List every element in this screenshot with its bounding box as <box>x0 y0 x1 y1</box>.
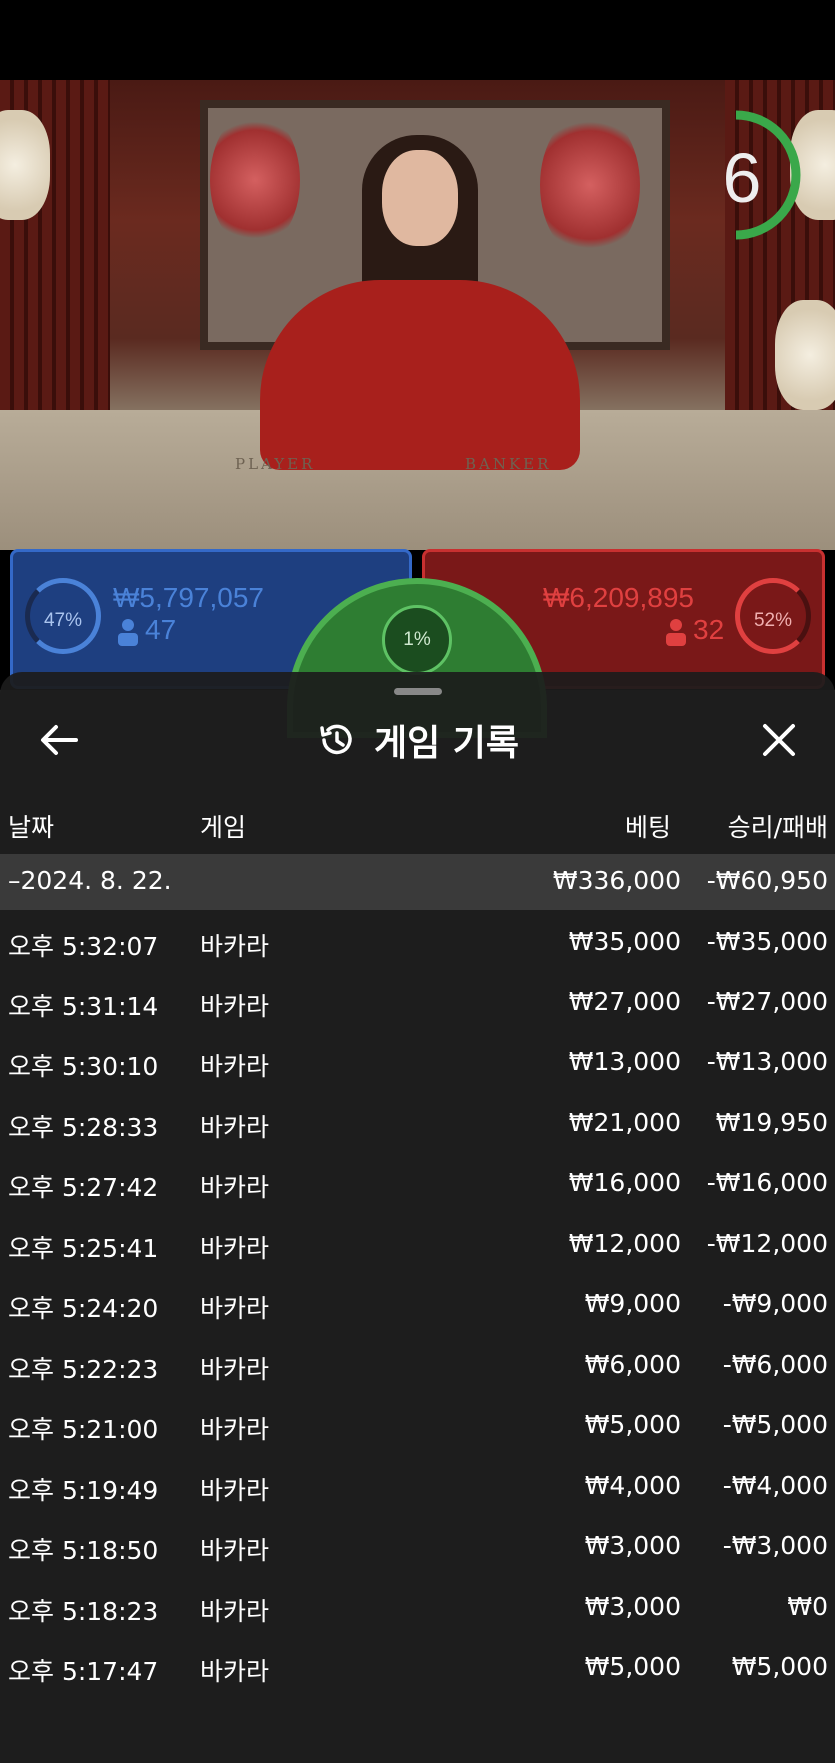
row-time: 오후 5:18:50 <box>8 1536 159 1565</box>
row-game: 바카라 <box>200 1113 270 1142</box>
summary-result: -₩60,950 <box>706 866 828 895</box>
column-header-result: 승리/패배 <box>727 813 828 842</box>
banker-total-amount: ₩6,209,895 <box>543 582 694 613</box>
row-time: 오후 5:28:33 <box>8 1113 159 1142</box>
lantern-decor <box>0 110 50 220</box>
row-result: ₩5,000 <box>731 1652 828 1681</box>
table-row[interactable]: 오후 5:31:14 바카라 ₩27,000 -₩27,000 <box>0 975 835 1031</box>
person-icon <box>666 619 686 646</box>
table-row[interactable]: 오후 5:19:49 바카라 ₩4,000 -₩4,000 <box>0 1459 835 1515</box>
blossom-decor <box>210 110 300 250</box>
summary-date: –2024. 8. 22. <box>8 866 172 895</box>
countdown-timer: 6 <box>722 139 762 217</box>
table-row[interactable]: 오후 5:25:41 바카라 ₩12,000 -₩12,000 <box>0 1217 835 1273</box>
date-summary-row[interactable]: –2024. 8. 22. ₩336,000 -₩60,950 <box>0 854 835 910</box>
lantern-decor <box>775 300 835 410</box>
row-result: ₩19,950 <box>715 1108 828 1137</box>
summary-bet: ₩336,000 <box>552 866 681 895</box>
table-row[interactable]: 오후 5:27:42 바카라 ₩16,000 -₩16,000 <box>0 1156 835 1212</box>
status-bar <box>0 0 835 80</box>
row-bet: ₩3,000 <box>584 1592 681 1621</box>
row-time: 오후 5:17:47 <box>8 1657 159 1686</box>
row-bet: ₩27,000 <box>568 987 681 1016</box>
table-row[interactable]: 오후 5:22:23 바카라 ₩6,000 -₩6,000 <box>0 1338 835 1394</box>
row-game: 바카라 <box>200 992 270 1021</box>
row-result: -₩16,000 <box>706 1168 828 1197</box>
column-header-date: 날짜 <box>8 813 55 842</box>
row-game: 바카라 <box>200 1536 270 1565</box>
column-header-bet: 베팅 <box>624 813 671 842</box>
row-bet: ₩9,000 <box>584 1289 681 1318</box>
row-game: 바카라 <box>200 1657 270 1686</box>
row-result: -₩13,000 <box>706 1047 828 1076</box>
row-time: 오후 5:24:20 <box>8 1294 159 1323</box>
row-result: -₩27,000 <box>706 987 828 1016</box>
table-row[interactable]: 오후 5:30:10 바카라 ₩13,000 -₩13,000 <box>0 1035 835 1091</box>
row-bet: ₩5,000 <box>584 1410 681 1439</box>
table-label-banker: BANKER <box>465 455 552 473</box>
row-time: 오후 5:30:10 <box>8 1052 159 1081</box>
row-time: 오후 5:19:49 <box>8 1476 159 1505</box>
close-icon[interactable] <box>756 717 802 763</box>
live-video: PLAYER BANKER <box>0 80 835 550</box>
row-result: -₩5,000 <box>722 1410 828 1439</box>
blossom-decor <box>540 110 640 260</box>
row-result: -₩6,000 <box>722 1350 828 1379</box>
row-time: 오후 5:21:00 <box>8 1415 159 1444</box>
row-result: -₩35,000 <box>706 927 828 956</box>
sheet-header: 게임 기록 <box>0 712 835 768</box>
banker-percent: 52% <box>735 578 811 654</box>
row-time: 오후 5:27:42 <box>8 1173 159 1202</box>
table-row[interactable]: 오후 5:32:07 바카라 ₩35,000 -₩35,000 <box>0 915 835 971</box>
table-row[interactable]: 오후 5:28:33 바카라 ₩21,000 ₩19,950 <box>0 1096 835 1152</box>
row-bet: ₩16,000 <box>568 1168 681 1197</box>
player-count: 47 <box>145 614 177 645</box>
row-result: -₩9,000 <box>722 1289 828 1318</box>
row-bet: ₩12,000 <box>568 1229 681 1258</box>
row-bet: ₩3,000 <box>584 1531 681 1560</box>
row-bet: ₩13,000 <box>568 1047 681 1076</box>
row-game: 바카라 <box>200 1173 270 1202</box>
row-game: 바카라 <box>200 1355 270 1384</box>
player-percent: 47% <box>25 578 101 654</box>
row-bet: ₩5,000 <box>584 1652 681 1681</box>
row-result: ₩0 <box>787 1592 828 1621</box>
row-result: -₩3,000 <box>722 1531 828 1560</box>
row-game: 바카라 <box>200 1234 270 1263</box>
history-icon <box>320 724 352 755</box>
banker-count: 32 <box>693 614 725 645</box>
row-result: -₩4,000 <box>722 1471 828 1500</box>
row-time: 오후 5:31:14 <box>8 992 159 1021</box>
row-bet: ₩6,000 <box>584 1350 681 1379</box>
game-history-sheet: 게임 기록 날짜 게임 베팅 승리/패배 –2024. 8. 22. ₩336,… <box>0 672 835 1763</box>
column-header-game: 게임 <box>200 813 247 842</box>
table-row[interactable]: 오후 5:18:23 바카라 ₩3,000 ₩0 <box>0 1580 835 1636</box>
row-time: 오후 5:32:07 <box>8 932 159 961</box>
player-total-amount: ₩5,797,057 <box>113 582 264 613</box>
sheet-title: 게임 기록 <box>373 723 519 764</box>
drag-handle[interactable] <box>394 688 442 695</box>
row-game: 바카라 <box>200 932 270 961</box>
row-game: 바카라 <box>200 1052 270 1081</box>
row-game: 바카라 <box>200 1597 270 1626</box>
table-row[interactable]: 오후 5:24:20 바카라 ₩9,000 -₩9,000 <box>0 1277 835 1333</box>
dealer <box>260 280 580 470</box>
table-label-player: PLAYER <box>235 455 316 473</box>
row-game: 바카라 <box>200 1294 270 1323</box>
tie-percent: 1% <box>382 605 452 675</box>
row-time: 오후 5:25:41 <box>8 1234 159 1263</box>
row-bet: ₩35,000 <box>568 927 681 956</box>
row-bet: ₩4,000 <box>584 1471 681 1500</box>
table-row[interactable]: 오후 5:21:00 바카라 ₩5,000 -₩5,000 <box>0 1398 835 1454</box>
row-result: -₩12,000 <box>706 1229 828 1258</box>
row-time: 오후 5:22:23 <box>8 1355 159 1384</box>
person-icon <box>118 619 138 646</box>
row-game: 바카라 <box>200 1476 270 1505</box>
dealer-face <box>382 150 458 246</box>
table-row[interactable]: 오후 5:17:47 바카라 ₩5,000 ₩5,000 <box>0 1640 835 1696</box>
row-time: 오후 5:18:23 <box>8 1597 159 1626</box>
row-game: 바카라 <box>200 1415 270 1444</box>
row-bet: ₩21,000 <box>568 1108 681 1137</box>
table-row[interactable]: 오후 5:18:50 바카라 ₩3,000 -₩3,000 <box>0 1519 835 1575</box>
